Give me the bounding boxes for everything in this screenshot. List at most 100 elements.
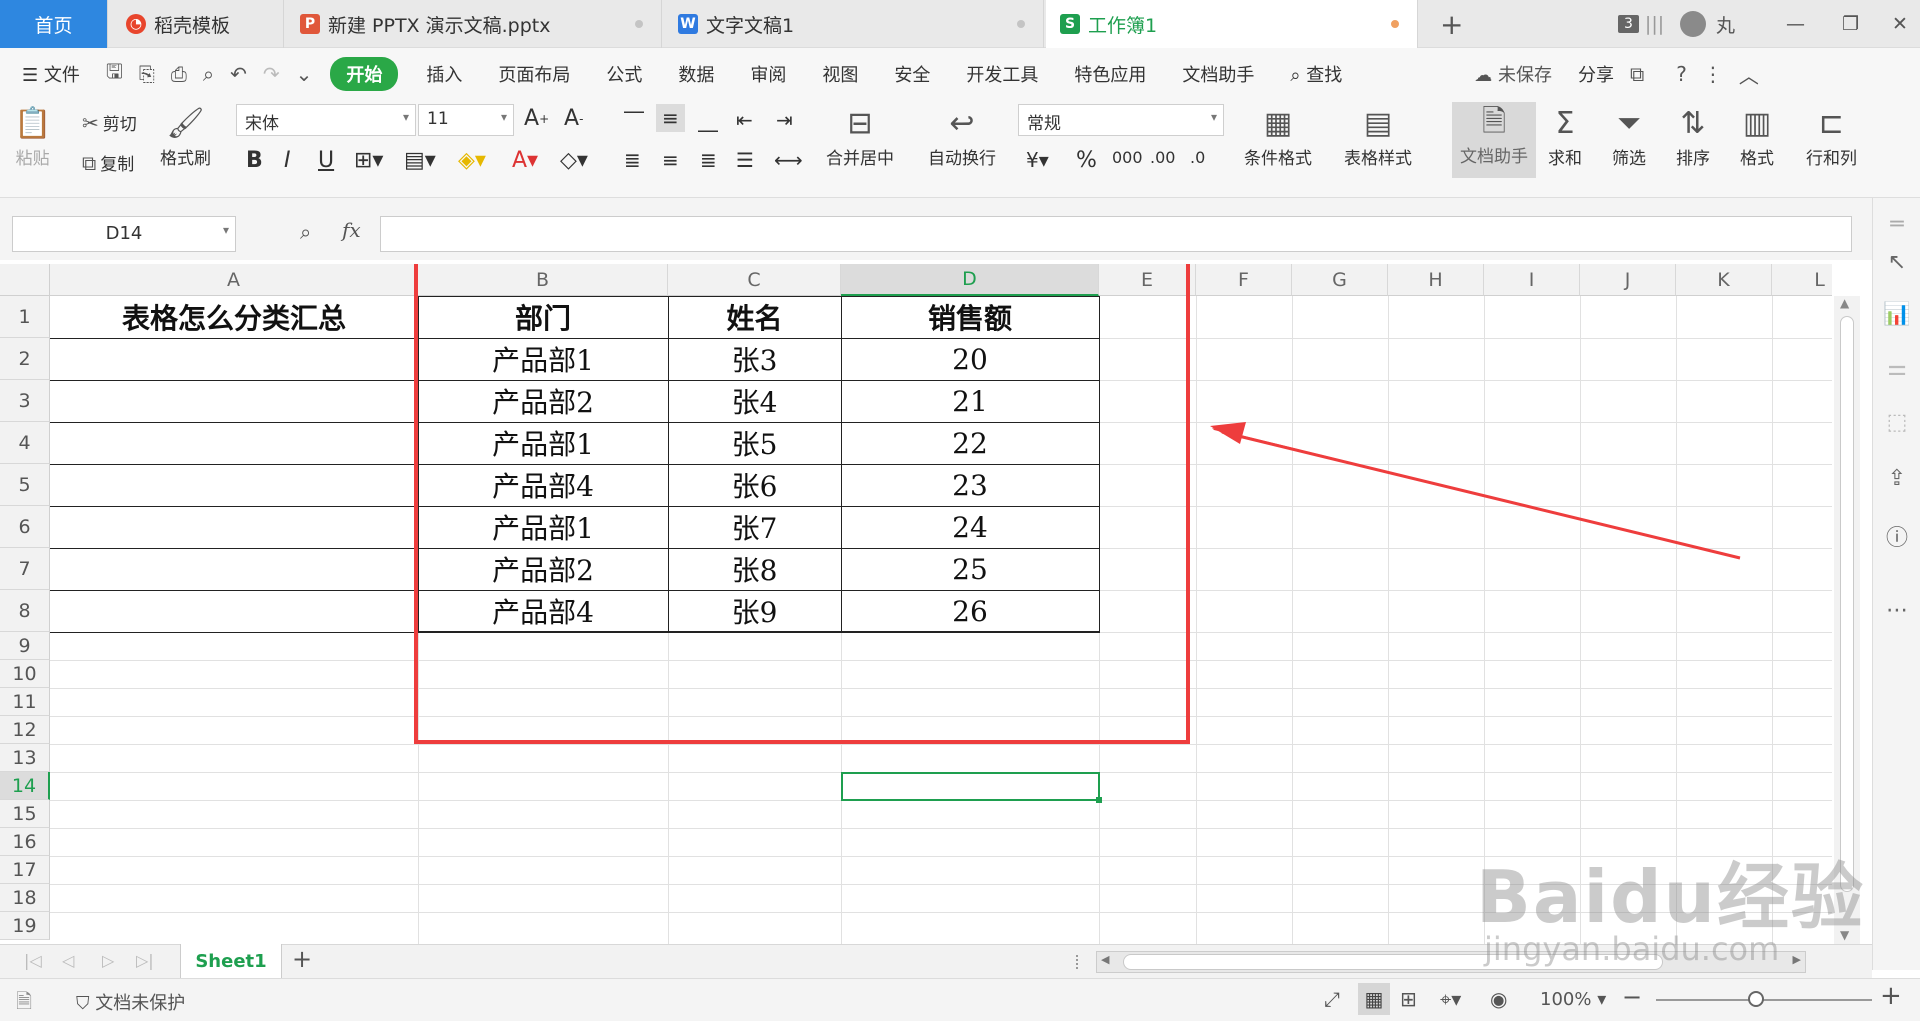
clear-format-icon[interactable]: ◇▾ [560,148,588,173]
window-count[interactable]: 3 ||| [1618,0,1664,48]
tab-page-layout[interactable]: 页面布局 [480,61,588,87]
row-header-11[interactable]: 11 [0,688,50,716]
number-format-select[interactable]: 常规 [1018,104,1224,136]
cell-style-icon[interactable]: ▤▾ [404,148,436,173]
row-header-12[interactable]: 12 [0,716,50,744]
select-all-corner[interactable] [0,264,50,296]
row-header-13[interactable]: 13 [0,744,50,772]
sheet-tab-sheet1[interactable]: Sheet1 [180,944,282,978]
help-icon[interactable]: ? [1668,62,1695,86]
distributed-icon[interactable]: ⟷ [774,148,803,172]
format-button[interactable]: ▥ 格式 [1740,104,1774,169]
eye-protection-icon[interactable]: ◉ [1490,987,1507,1011]
minimize-icon[interactable]: — [1786,0,1805,48]
increase-decimal-icon[interactable]: .00 [1150,148,1175,167]
column-header-h[interactable]: H [1388,264,1484,296]
zoom-in-icon[interactable]: + [1880,981,1902,1011]
save-icon[interactable]: 🖫 [98,57,131,91]
copy-button[interactable]: ⧉ 复制 [82,150,134,176]
rows-cols-button[interactable]: ⊏ 行和列 [1806,104,1857,169]
align-center-icon[interactable]: ≡ [662,148,679,172]
row-header-2[interactable]: 2 [0,338,50,380]
thousands-icon[interactable]: 000 [1112,148,1143,167]
align-left-icon[interactable]: ≣ [624,148,641,172]
tab-security[interactable]: 安全 [876,61,948,87]
panel-handle-icon[interactable]: ═ [1873,212,1920,237]
column-header-j[interactable]: J [1580,264,1676,296]
tab-developer[interactable]: 开发工具 [948,61,1056,87]
font-name-select[interactable]: 宋体 [236,104,416,136]
doc-assistant-button[interactable]: 🗎 文档助手 [1452,102,1536,178]
fill-handle[interactable] [1096,797,1102,803]
tab-pptx[interactable]: P 新建 PPTX 演示文稿.pptx [286,0,662,48]
indent-decrease-icon[interactable]: ⇤ [736,108,753,132]
tab-doc-assistant[interactable]: 文档助手 [1164,61,1272,87]
justify-icon[interactable]: ☰ [736,148,754,172]
percent-icon[interactable]: % [1076,148,1097,173]
close-icon[interactable]: ✕ [1892,0,1908,48]
scroll-up-icon[interactable]: ▲ [1840,296,1849,310]
collapse-ribbon-icon[interactable]: ︿ [1731,60,1767,89]
font-size-select[interactable]: 11 [418,104,514,136]
prev-sheet-icon[interactable]: ◁ [62,951,74,970]
export-icon[interactable]: ⎘ [131,62,163,86]
row-header-3[interactable]: 3 [0,380,50,422]
font-color-icon[interactable]: A▾ [512,148,538,173]
tab-insert[interactable]: 插入 [408,61,480,87]
row-header-16[interactable]: 16 [0,828,50,856]
fullscreen-icon[interactable]: ⤢ [1324,987,1340,1011]
share-export-icon[interactable]: ⇪ [1873,466,1920,491]
align-right-icon[interactable]: ≣ [700,148,717,172]
align-middle-icon[interactable]: ≡ [656,104,685,132]
border-icon[interactable]: ⊞▾ [354,148,383,173]
tab-start[interactable]: 开始 [330,57,399,91]
tab-close-dot-icon[interactable] [635,20,643,28]
last-sheet-icon[interactable]: ▷| [136,951,154,970]
protection-status[interactable]: ⛉ 文档未保护 [76,989,185,1015]
fx-icon[interactable]: fx [342,218,361,242]
restore-icon[interactable]: ❐ [1842,0,1859,48]
more-vertical-icon[interactable]: ⋮ [1695,62,1731,86]
column-header-f[interactable]: F [1196,264,1292,296]
chart-icon[interactable]: 📊 [1873,302,1920,327]
new-tab-icon[interactable]: + [1440,0,1463,48]
italic-icon[interactable]: I [284,148,291,173]
indent-increase-icon[interactable]: ⇥ [776,108,793,132]
currency-icon[interactable]: ¥▾ [1026,148,1049,172]
cell-a1-title[interactable]: 表格怎么分类汇总 [50,296,418,338]
paste-button[interactable]: 📋 粘贴 [14,104,51,169]
quick-access-dropdown-icon[interactable]: ⌄ [288,62,321,86]
doc-status-icon[interactable]: 🗎 [16,987,32,1021]
row-header-17[interactable]: 17 [0,856,50,884]
active-cell-cursor[interactable] [841,772,1102,803]
align-top-icon[interactable]: ⎺ [624,108,644,132]
tab-unsaved-dot-icon[interactable] [1391,20,1399,28]
row-header-10[interactable]: 10 [0,660,50,688]
column-header-a[interactable]: A [50,264,418,296]
next-sheet-icon[interactable]: ▷ [102,951,114,970]
cut-button[interactable]: ✂ 剪切 [82,110,137,136]
page-break-view-icon[interactable]: ⊞ [1400,987,1417,1011]
tab-template[interactable]: ◔ 稻壳模板 [112,0,284,48]
merge-center-button[interactable]: ⊟ 合并居中 [826,104,894,169]
tab-doc[interactable]: W 文字文稿1 [664,0,1044,48]
search-command[interactable]: ⌕ 查找 [1272,61,1360,87]
column-header-l[interactable]: L [1772,264,1832,296]
help-circle-icon[interactable]: ⓘ [1873,520,1920,552]
undo-icon[interactable]: ↶ [222,62,255,86]
tab-close-dot-icon[interactable] [1017,20,1025,28]
zoom-out-icon[interactable]: − [1622,983,1642,1011]
more-horizontal-icon[interactable]: ⋯ [1873,598,1920,623]
column-header-k[interactable]: K [1676,264,1772,296]
row-header-7[interactable]: 7 [0,548,50,590]
scroll-right-icon[interactable]: ▶ [1793,953,1801,966]
user-account[interactable]: 丸 [1680,0,1735,48]
bold-icon[interactable]: B [246,148,263,173]
underline-icon[interactable]: U [318,148,334,173]
row-header-6[interactable]: 6 [0,506,50,548]
font-grow-icon[interactable]: A + [524,106,549,131]
formula-input[interactable] [380,216,1852,252]
shape-icon[interactable]: ⬚ [1873,410,1920,435]
split-handle-icon[interactable] [1076,955,1080,969]
zoom-slider-track[interactable] [1656,999,1872,1001]
